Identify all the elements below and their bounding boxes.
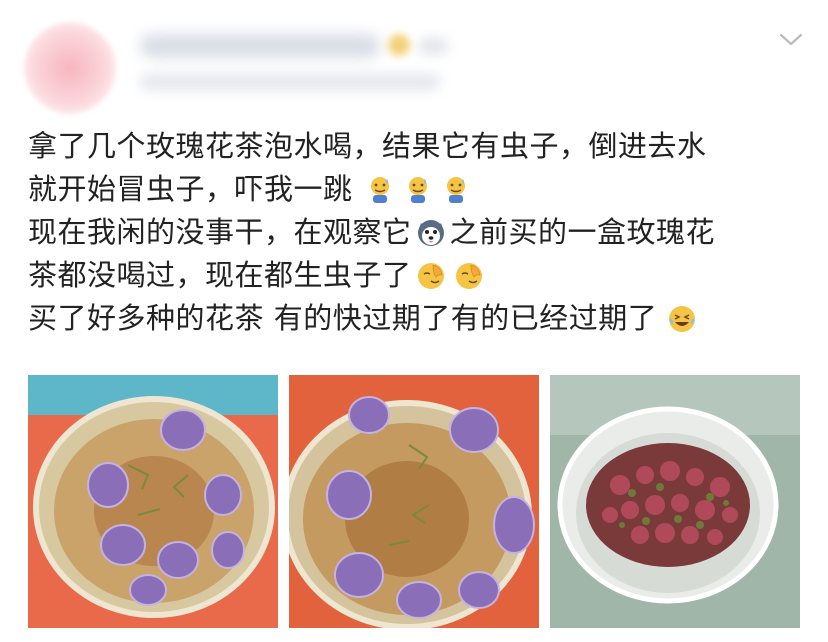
post-line-3: 现在我闲的没事干，在观察它 之前买的一盒玫瑰花	[28, 211, 808, 254]
photo-rose-tea-cup-1[interactable]	[28, 375, 278, 628]
awkward-sweat-emoji	[370, 176, 389, 203]
photo-grid	[28, 375, 800, 628]
username-tail-redacted	[418, 38, 448, 54]
photo-rose-tea-cup-2[interactable]	[289, 375, 539, 628]
post-text-line: 拿了几个玫瑰花茶泡水喝，结果它有虫子，倒进去水	[28, 129, 707, 163]
post-header	[0, 0, 828, 114]
username-emoji-redacted	[388, 34, 410, 56]
laugh-cry-emoji	[669, 305, 696, 332]
post-text: 拿了几个玫瑰花茶泡水喝，结果它有虫子，倒进去水 就开始冒虫子，吓我一跳 现在我闲…	[28, 125, 808, 340]
post-line-2: 就开始冒虫子，吓我一跳	[28, 168, 808, 211]
facepalm-emoji	[417, 262, 444, 289]
post-text-line: 之前买的一盒玫瑰花	[449, 215, 716, 249]
post-text-line: 茶都没喝过，现在都生虫子了	[28, 258, 412, 292]
post-text-line: 买了好多种的花茶 有的快过期了有的已经过期了	[28, 301, 658, 335]
post-line-5: 买了好多种的花茶 有的快过期了有的已经过期了	[28, 297, 808, 340]
post-line-1: 拿了几个玫瑰花茶泡水喝，结果它有虫子，倒进去水	[28, 125, 808, 168]
username-redacted[interactable]	[140, 34, 380, 58]
post-text-line: 现在我闲的没事干，在观察它	[28, 215, 412, 249]
husky-face-emoji	[417, 219, 444, 246]
awkward-sweat-emoji	[408, 176, 427, 203]
avatar[interactable]	[24, 22, 116, 114]
photo-dried-rose-buds-jar[interactable]	[550, 375, 800, 628]
post-text-line: 就开始冒虫子，吓我一跳	[28, 172, 353, 206]
post-meta-redacted	[140, 74, 440, 90]
facepalm-emoji	[455, 262, 482, 289]
chevron-down-icon[interactable]	[778, 30, 804, 48]
post-line-4: 茶都没喝过，现在都生虫子了	[28, 254, 808, 297]
awkward-sweat-emoji	[446, 176, 465, 203]
